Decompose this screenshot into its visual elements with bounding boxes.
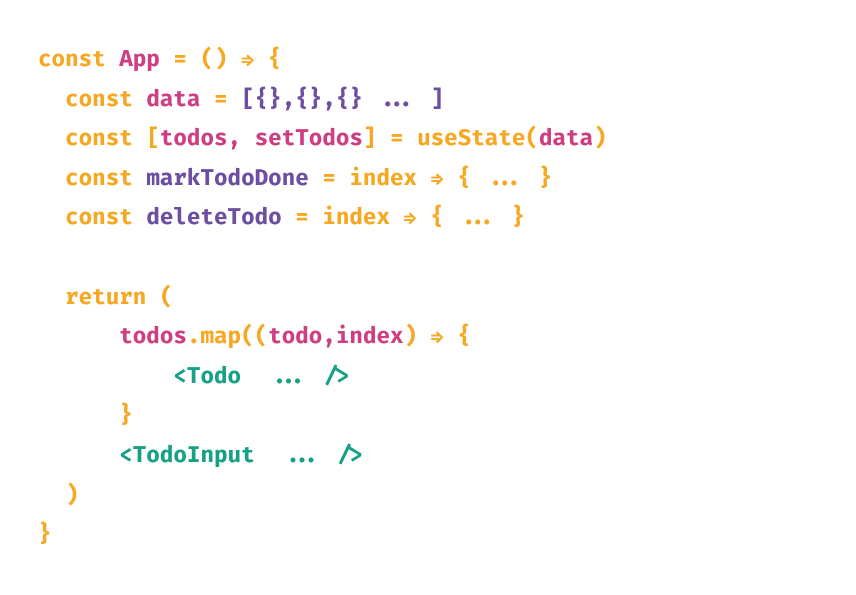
code-line: return ( [38, 278, 818, 318]
code-line [38, 238, 818, 278]
code-token: deleteTodo [146, 204, 281, 231]
code-token: } [119, 402, 133, 429]
code-token: const [65, 165, 146, 192]
code-token: ) [65, 482, 79, 509]
indent [38, 482, 65, 509]
code-line: ) [38, 476, 818, 516]
code-token: todos, setTodos [160, 125, 363, 152]
code-token: todos [119, 323, 187, 350]
code-token: const [65, 86, 146, 113]
code-token [38, 244, 52, 271]
indent [38, 442, 119, 469]
code-line: const App = () ⇒ { [38, 40, 818, 80]
indent [38, 402, 119, 429]
code-token: ⇒ [241, 46, 254, 73]
code-token: ( [255, 323, 269, 350]
code-line: const deleteTodo = index ⇒ { ... } [38, 198, 818, 238]
indent [38, 363, 173, 390]
code-line: } [38, 515, 818, 555]
code-token: const [65, 204, 146, 231]
code-line: const data = [{},{},{} ... ] [38, 80, 818, 120]
code-token: App [119, 46, 160, 73]
indent [38, 204, 65, 231]
code-line: <TodoInput ... /> [38, 436, 818, 476]
code-token: useState( [417, 125, 539, 152]
code-line: const markTodoDone = index ⇒ { ... } [38, 159, 818, 199]
indent [38, 125, 65, 152]
code-token: <TodoInput ... /> [119, 442, 363, 469]
code-token: ) [593, 125, 607, 152]
indent [38, 165, 65, 192]
code-token: = index ⇒ { ... } [309, 165, 552, 192]
code-token: } [38, 521, 52, 548]
code-token: .map( [187, 323, 255, 350]
code-token: = index ⇒ { ... } [282, 204, 525, 231]
code-line: } [38, 396, 818, 436]
code-token: ⇒ { [431, 323, 471, 350]
code-token: todo,index [268, 323, 403, 350]
code-token: data [146, 86, 200, 113]
code-line: const [todos, setTodos] = useState(data) [38, 119, 818, 159]
code-token: const [65, 125, 146, 152]
indent [38, 86, 65, 113]
code-token: [ [146, 125, 160, 152]
code-line: todos.map((todo,index) ⇒ { [38, 317, 818, 357]
code-token: ) [404, 323, 431, 350]
indent [38, 323, 119, 350]
code-line: <Todo ... /> [38, 357, 818, 397]
code-token: = () [160, 46, 241, 73]
code-snippet: const App = () ⇒ { const data = [{},{},{… [0, 0, 856, 595]
code-token: markTodoDone [146, 165, 308, 192]
indent [38, 284, 65, 311]
code-token: = [200, 86, 241, 113]
code-token: ] = [363, 125, 417, 152]
code-token: { [254, 46, 281, 73]
code-token: [{},{},{} ... ] [241, 86, 444, 113]
code-token: <Todo ... /> [173, 363, 349, 390]
code-token: const [38, 46, 119, 73]
code-token: data [539, 125, 593, 152]
code-token: return ( [65, 284, 173, 311]
